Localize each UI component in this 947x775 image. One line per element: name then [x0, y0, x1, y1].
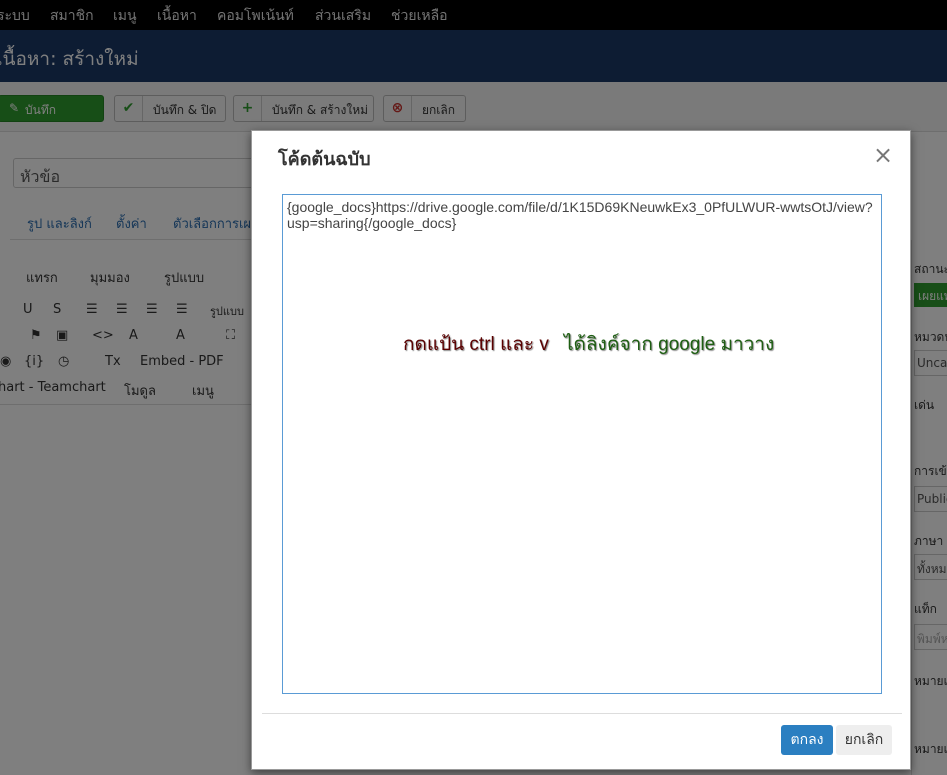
annotation-paste-instruction: กดแป้น ctrl และ v	[403, 334, 549, 355]
source-code-textarea[interactable]: {google_docs}https://drive.google.com/fi…	[282, 194, 882, 694]
ok-button[interactable]: ตกลง	[781, 725, 833, 755]
close-icon[interactable]: ×	[872, 142, 894, 168]
annotation-google-link: ได้ลิงค์จาก google มาวาง	[564, 334, 775, 355]
source-code-dialog: โค้ดต้นฉบับ × {google_docs}https://drive…	[251, 130, 911, 770]
dialog-footer-divider	[262, 713, 902, 714]
dialog-title: โค้ดต้นฉบับ	[278, 149, 371, 170]
dialog-cancel-button[interactable]: ยกเลิก	[836, 725, 892, 755]
